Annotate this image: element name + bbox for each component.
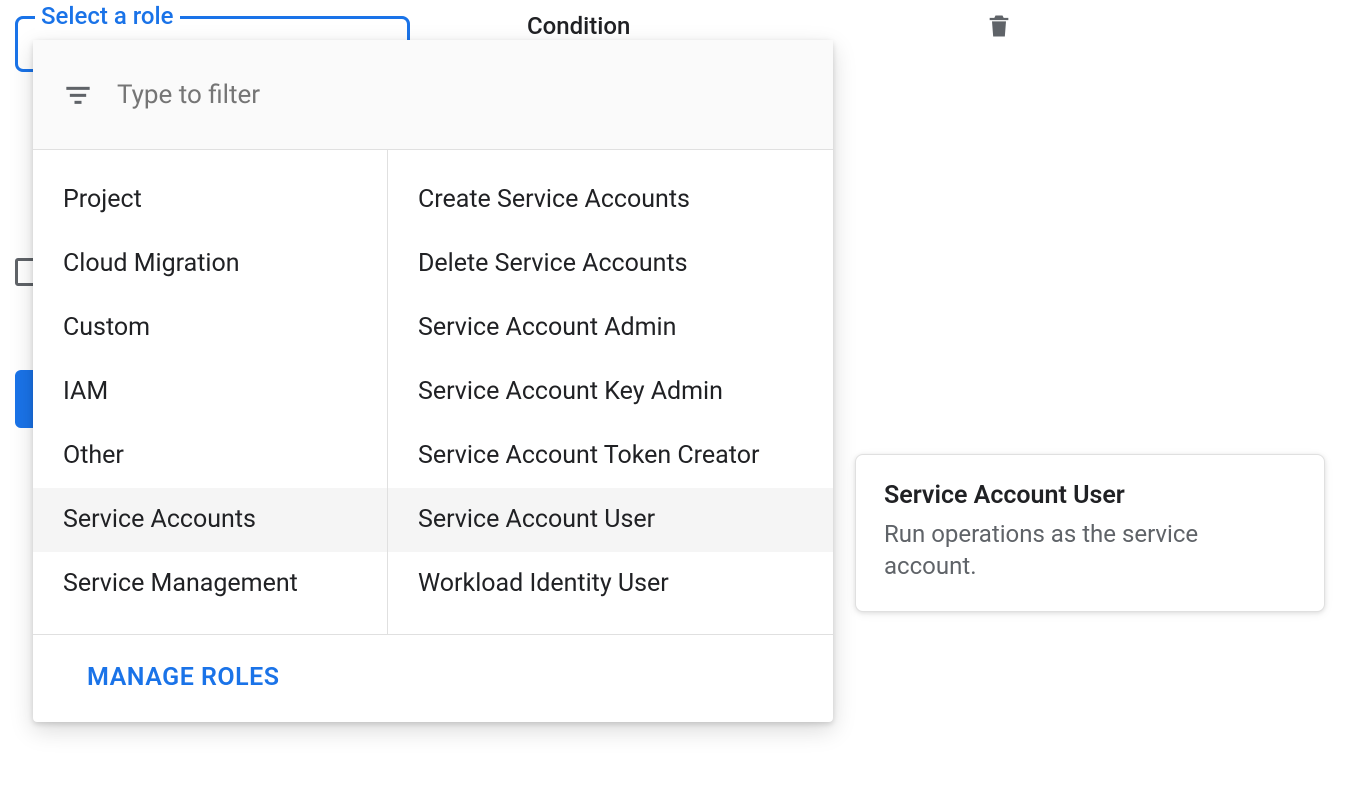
category-column: Project Cloud Migration Custom IAM Other… bbox=[33, 150, 388, 634]
select-role-label: Select a role bbox=[35, 2, 180, 30]
category-item[interactable]: Custom bbox=[33, 296, 387, 360]
filter-icon bbox=[63, 81, 93, 109]
role-columns: Project Cloud Migration Custom IAM Other… bbox=[33, 150, 833, 634]
tooltip-title: Service Account User bbox=[884, 481, 1296, 510]
role-item[interactable]: Service Account User bbox=[388, 488, 833, 552]
dropdown-footer: MANAGE ROLES bbox=[33, 634, 833, 722]
category-item[interactable]: Project bbox=[33, 168, 387, 232]
condition-label: Condition bbox=[527, 12, 630, 40]
role-item[interactable]: Delete Service Accounts bbox=[388, 232, 833, 296]
role-item[interactable]: Service Account Key Admin bbox=[388, 360, 833, 424]
trash-icon bbox=[985, 10, 1013, 42]
category-item[interactable]: IAM bbox=[33, 360, 387, 424]
role-item[interactable]: Create Service Accounts bbox=[388, 168, 833, 232]
filter-input[interactable] bbox=[117, 80, 803, 110]
delete-button[interactable] bbox=[985, 10, 1013, 42]
role-item[interactable]: Service Account Token Creator bbox=[388, 424, 833, 488]
filter-bar bbox=[33, 40, 833, 150]
role-dropdown-panel: Project Cloud Migration Custom IAM Other… bbox=[33, 40, 833, 722]
category-item[interactable]: Cloud Migration bbox=[33, 232, 387, 296]
role-column: Create Service Accounts Delete Service A… bbox=[388, 150, 833, 634]
manage-roles-link[interactable]: MANAGE ROLES bbox=[87, 663, 280, 692]
role-item[interactable]: Workload Identity User bbox=[388, 552, 833, 616]
category-item[interactable]: Service Management bbox=[33, 552, 387, 616]
category-item[interactable]: Service Accounts bbox=[33, 488, 387, 552]
category-item[interactable]: Other bbox=[33, 424, 387, 488]
role-item[interactable]: Service Account Admin bbox=[388, 296, 833, 360]
role-tooltip: Service Account User Run operations as t… bbox=[855, 454, 1325, 612]
tooltip-description: Run operations as the service account. bbox=[884, 518, 1296, 583]
